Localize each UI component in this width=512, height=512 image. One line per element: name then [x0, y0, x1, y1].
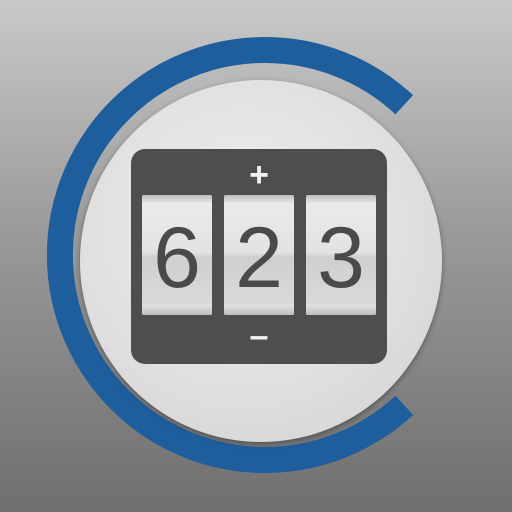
digit-hundreds: 6 — [153, 210, 201, 306]
counter-digits: 6 2 3 — [138, 195, 380, 315]
decrement-button[interactable]: – — [131, 319, 387, 353]
increment-button[interactable]: + — [131, 158, 387, 192]
app-icon: + 6 2 3 – — [0, 0, 512, 512]
digit-tile-ones: 3 — [306, 195, 376, 315]
digit-tens: 2 — [235, 210, 283, 306]
counter-panel: + 6 2 3 – — [131, 149, 387, 364]
digit-tile-hundreds: 6 — [142, 195, 212, 315]
digit-ones: 3 — [317, 210, 365, 306]
digit-tile-tens: 2 — [224, 195, 294, 315]
